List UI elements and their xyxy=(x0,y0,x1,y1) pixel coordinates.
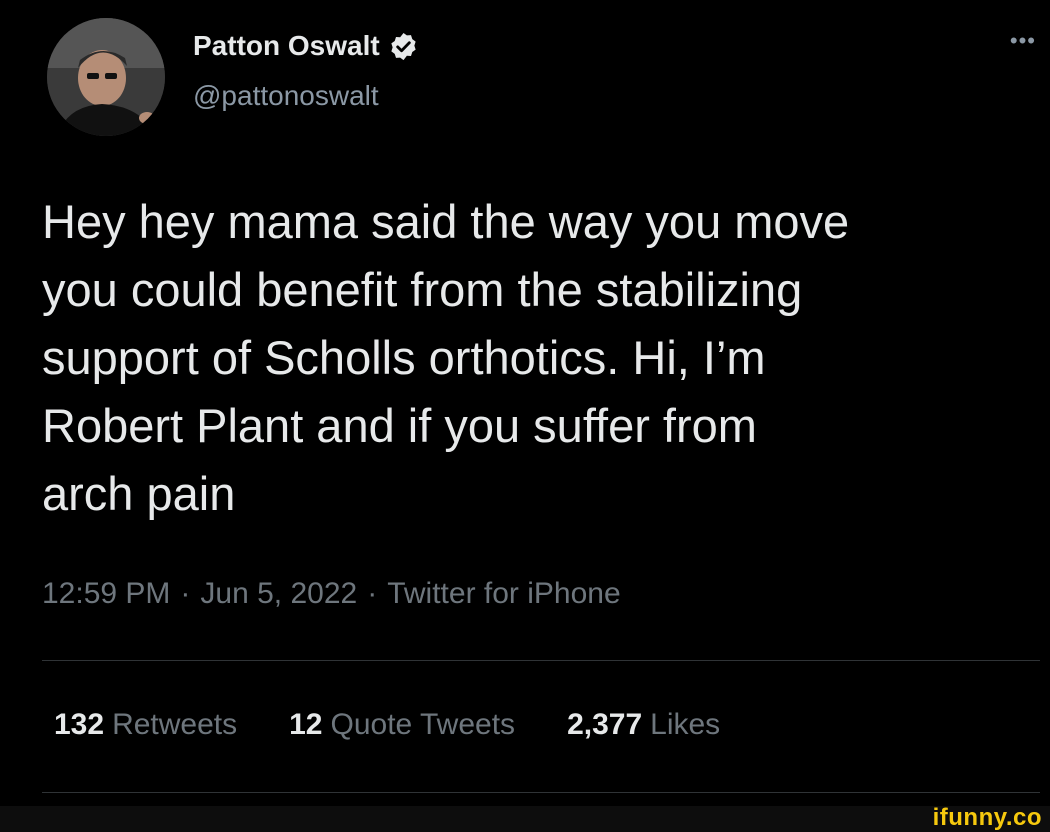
quote-tweets-count: 12 xyxy=(289,708,323,741)
tweet-time[interactable]: 12:59 PM xyxy=(42,577,170,610)
likes-count: 2,377 xyxy=(567,708,643,741)
quote-tweets-label: Quote Tweets xyxy=(330,708,516,741)
footer-bar xyxy=(0,806,1050,832)
likes-stat[interactable]: 2,377 Likes xyxy=(567,708,720,742)
author-display-name[interactable]: Patton Oswalt xyxy=(193,30,419,62)
retweets-stat[interactable]: 132 Retweets xyxy=(54,708,237,742)
quote-tweets-stat[interactable]: 12 Quote Tweets xyxy=(289,708,515,742)
avatar[interactable] xyxy=(47,18,165,136)
verified-badge-icon xyxy=(388,31,419,62)
divider xyxy=(42,792,1040,793)
ifunny-watermark: ifunny.co xyxy=(932,804,1042,831)
tweet-metadata: 12:59 PM · Jun 5, 2022 · Twitter for iPhone xyxy=(42,577,621,611)
likes-label: Likes xyxy=(650,708,721,741)
author-handle[interactable]: @pattonoswalt xyxy=(193,80,379,112)
tweet-text: Hey hey mama said the way you move you c… xyxy=(42,195,850,520)
retweets-label: Retweets xyxy=(112,708,238,741)
retweets-count: 132 xyxy=(54,708,105,741)
profile-photo-icon xyxy=(47,18,165,136)
meta-separator: · xyxy=(180,577,191,610)
meta-separator: · xyxy=(367,577,378,610)
display-name-text: Patton Oswalt xyxy=(193,30,380,61)
more-options-icon[interactable]: ••• xyxy=(1010,28,1036,54)
engagement-stats: 132 Retweets 12 Quote Tweets 2,377 Likes xyxy=(54,708,772,742)
divider xyxy=(42,660,1040,661)
tweet-date[interactable]: Jun 5, 2022 xyxy=(200,577,357,610)
tweet-source[interactable]: Twitter for iPhone xyxy=(387,577,620,610)
